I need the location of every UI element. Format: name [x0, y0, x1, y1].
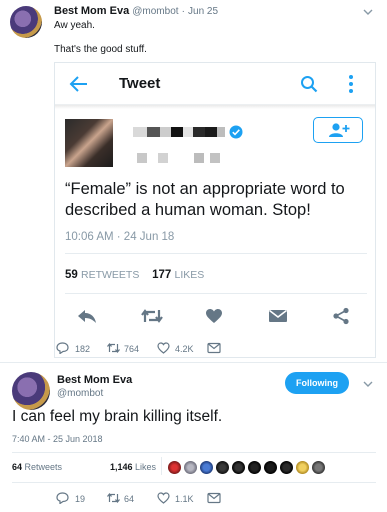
embedded-screenshot: Tweet “Female” is not an appropriate wor… [54, 62, 376, 358]
handle[interactable]: @mombot [57, 388, 103, 399]
verified-icon [229, 125, 243, 139]
search-icon[interactable] [300, 75, 318, 93]
like-count[interactable]: 4.2K [175, 344, 194, 354]
divider [12, 482, 376, 483]
back-arrow-icon[interactable] [69, 75, 89, 93]
avatar[interactable] [200, 461, 213, 474]
quoted-tweet-text: “Female” is not an appropriate word to d… [65, 180, 345, 219]
reply-count[interactable]: 19 [75, 494, 85, 504]
retweets-label[interactable]: Retweets [25, 462, 63, 472]
handle[interactable]: @mombot [132, 6, 178, 17]
divider [12, 452, 376, 453]
avatar[interactable] [248, 461, 261, 474]
reply-count[interactable]: 182 [75, 344, 90, 354]
follow-add-button[interactable] [313, 117, 363, 143]
tweet-stats: 64 Retweets [12, 462, 62, 472]
message-icon[interactable] [268, 308, 288, 324]
tweet-text: I can feel my brain killing itself. [12, 408, 223, 425]
chevron-down-icon[interactable] [361, 5, 375, 19]
likes-label[interactable]: Likes [135, 462, 156, 472]
retweets-count[interactable]: 64 [12, 462, 22, 472]
chevron-down-icon[interactable] [361, 377, 375, 391]
like-count[interactable]: 1.1K [175, 494, 194, 504]
display-name[interactable]: Best Mom Eva [57, 374, 132, 386]
avatar[interactable] [280, 461, 293, 474]
like-count[interactable]: 177 [152, 269, 171, 281]
message-icon[interactable] [207, 342, 221, 354]
divider [161, 457, 162, 475]
avatar[interactable] [296, 461, 309, 474]
reply-icon[interactable] [56, 492, 69, 504]
reply-icon[interactable] [56, 342, 69, 354]
display-name[interactable]: Best Mom Eva [54, 5, 129, 17]
retweet-label[interactable]: RETWEETS [81, 269, 139, 281]
avatar[interactable] [168, 461, 181, 474]
separator: · [181, 6, 185, 17]
like-label[interactable]: LIKES [175, 269, 205, 281]
tweet-text-line1: Aw yeah. [54, 20, 95, 31]
avatar[interactable] [216, 461, 229, 474]
avatar[interactable] [264, 461, 277, 474]
avatar[interactable] [12, 372, 50, 410]
heart-icon[interactable] [205, 308, 223, 324]
divider [55, 105, 375, 109]
quoted-tweet-time: 10:06 AM · 24 Jun 18 [65, 231, 175, 243]
likes-count[interactable]: 1,146 [110, 462, 133, 472]
share-icon[interactable] [332, 307, 350, 325]
retweet-count[interactable]: 59 [65, 269, 78, 281]
app-bar-title: Tweet [119, 75, 161, 92]
author-photo[interactable] [65, 119, 113, 167]
retweet-icon[interactable] [139, 308, 165, 324]
heart-icon[interactable] [157, 492, 170, 504]
more-vertical-icon[interactable] [348, 74, 354, 94]
reply-icon[interactable] [77, 308, 97, 324]
tweet-time[interactable]: 7:40 AM - 25 Jun 2018 [12, 434, 103, 444]
follow-add-icon [329, 123, 350, 137]
divider [65, 253, 367, 254]
following-button[interactable]: Following [285, 372, 349, 394]
divider [0, 362, 387, 363]
retweet-count[interactable]: 764 [124, 344, 139, 354]
divider [65, 293, 367, 294]
message-icon[interactable] [207, 492, 221, 504]
heart-icon[interactable] [157, 342, 170, 354]
tweet-stats-likes: 1,146 Likes [110, 462, 156, 472]
tweet-header: Best Mom Eva @mombot · Jun 25 [54, 5, 218, 17]
avatar[interactable] [312, 461, 325, 474]
retweet-icon[interactable] [106, 342, 121, 354]
retweet-count[interactable]: 64 [124, 494, 134, 504]
app-bar: Tweet [55, 63, 375, 105]
retweet-icon[interactable] [106, 492, 121, 504]
tweet-text-line2: That's the good stuff. [54, 44, 147, 55]
avatar[interactable] [232, 461, 245, 474]
tweet-date[interactable]: Jun 25 [188, 6, 218, 17]
avatar[interactable] [184, 461, 197, 474]
quoted-tweet-stats: 59 RETWEETS 177 LIKES [65, 269, 204, 281]
avatar[interactable] [10, 6, 42, 38]
